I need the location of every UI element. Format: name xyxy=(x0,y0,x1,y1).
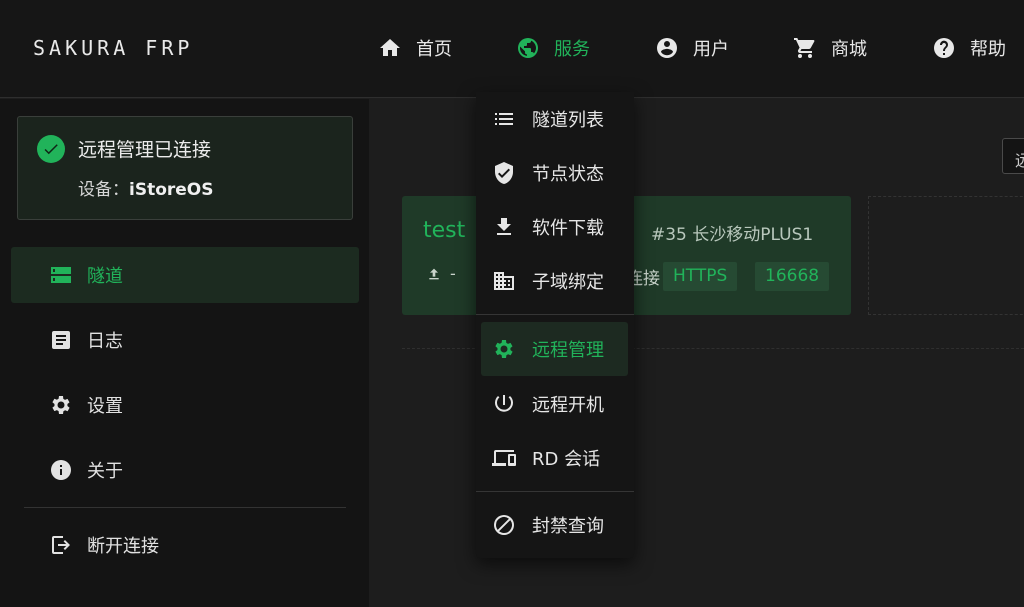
gear-icon xyxy=(52,396,70,414)
main-content xyxy=(369,99,1024,607)
sidebar-item-logs[interactable]: 日志 xyxy=(11,312,359,368)
menu-item-tunnel-list[interactable]: 隧道列表 xyxy=(481,92,628,146)
menu-item-label: 封禁查询 xyxy=(532,516,604,537)
home-icon xyxy=(380,39,400,56)
gear-icon xyxy=(495,340,513,358)
nav-services[interactable]: 服务 xyxy=(516,30,590,66)
nav-shop[interactable]: 商城 xyxy=(793,30,867,66)
services-dropdown: 隧道列表 节点状态 软件下载 子域绑定 远程管理 远程开机 RD 会话 封禁查询 xyxy=(476,92,634,558)
menu-item-label: RD 会话 xyxy=(532,449,601,470)
sidebar-item-disconnect[interactable]: 断开连接 xyxy=(11,517,359,573)
device-name: iStoreOS xyxy=(129,180,214,200)
add-tunnel-placeholder[interactable] xyxy=(868,196,1024,315)
connected-check-icon xyxy=(37,135,65,163)
devices-icon xyxy=(492,450,516,466)
power-icon xyxy=(495,395,513,412)
menu-item-rd-session[interactable]: RD 会话 xyxy=(481,431,628,485)
menu-item-downloads[interactable]: 软件下载 xyxy=(481,200,628,254)
menu-item-ban-query[interactable]: 封禁查询 xyxy=(481,498,628,552)
nav-shop-label: 商城 xyxy=(831,39,867,60)
menu-item-subdomain[interactable]: 子域绑定 xyxy=(481,254,628,308)
nav-help[interactable]: 帮助 xyxy=(932,30,1006,66)
list-icon xyxy=(495,113,513,125)
domain-icon xyxy=(494,272,514,290)
nav-help-label: 帮助 xyxy=(970,39,1006,60)
device-label: 设备： xyxy=(78,180,129,200)
tunnel-node: #35 长沙移动PLUS1 xyxy=(651,225,814,245)
shield-check-icon xyxy=(495,162,513,184)
sidebar-item-label: 日志 xyxy=(87,331,123,352)
cart-icon xyxy=(794,38,815,58)
help-icon xyxy=(934,38,954,58)
logout-icon xyxy=(52,536,70,554)
menu-item-node-status[interactable]: 节点状态 xyxy=(481,146,628,200)
nav-home-label: 首页 xyxy=(416,39,452,60)
sidebar-item-about[interactable]: 关于 xyxy=(11,442,359,498)
sidebar-item-label: 隧道 xyxy=(87,266,123,287)
nav-user-label: 用户 xyxy=(693,39,729,60)
info-icon xyxy=(51,460,71,480)
partial-right-button[interactable]: 远 xyxy=(1002,138,1024,174)
nav-user[interactable]: 用户 xyxy=(655,30,729,66)
sidebar-item-settings[interactable]: 设置 xyxy=(11,377,359,433)
sidebar: 远程管理已连接 设备：iStoreOS 隧道 日志 设置 关于 断开连接 xyxy=(0,99,369,607)
menu-item-label: 节点状态 xyxy=(532,164,604,185)
nav-home[interactable]: 首页 xyxy=(378,30,452,66)
menu-item-label: 远程开机 xyxy=(532,395,604,416)
menu-divider xyxy=(476,314,634,315)
sidebar-item-label: 关于 xyxy=(87,461,123,482)
account-icon xyxy=(657,38,677,58)
sidebar-item-label: 设置 xyxy=(87,396,123,417)
status-device: 设备：iStoreOS xyxy=(78,175,214,200)
block-icon xyxy=(494,515,514,535)
nav-services-label: 服务 xyxy=(554,39,590,60)
tunnel-icon xyxy=(51,267,71,283)
menu-item-wake-on-lan[interactable]: 远程开机 xyxy=(481,377,628,431)
sidebar-item-label: 断开连接 xyxy=(87,536,159,557)
upload-icon xyxy=(429,268,439,279)
menu-item-label: 远程管理 xyxy=(532,340,604,361)
top-navbar: SAKURA FRP 首页 服务 用户 商城 帮助 xyxy=(0,0,1024,98)
brand-logo[interactable]: SAKURA FRP xyxy=(33,36,193,60)
menu-item-label: 子域绑定 xyxy=(532,272,604,293)
status-title: 远程管理已连接 xyxy=(78,139,212,161)
menu-item-label: 软件下载 xyxy=(532,218,604,239)
menu-item-remote-manage[interactable]: 远程管理 xyxy=(481,322,628,376)
sidebar-divider xyxy=(24,507,346,508)
protocol-tag: HTTPS xyxy=(663,262,738,291)
sidebar-item-tunnels[interactable]: 隧道 xyxy=(11,247,359,303)
download-icon xyxy=(497,218,511,235)
tunnel-upload: - xyxy=(426,264,456,283)
upload-value: - xyxy=(450,264,456,283)
globe-icon xyxy=(518,38,538,58)
port-tag: 16668 xyxy=(755,262,830,291)
tunnel-name: test xyxy=(423,218,466,243)
menu-divider xyxy=(476,491,634,492)
menu-item-label: 隧道列表 xyxy=(532,110,604,131)
log-icon xyxy=(52,331,70,349)
remote-status-card: 远程管理已连接 设备：iStoreOS xyxy=(17,116,353,220)
